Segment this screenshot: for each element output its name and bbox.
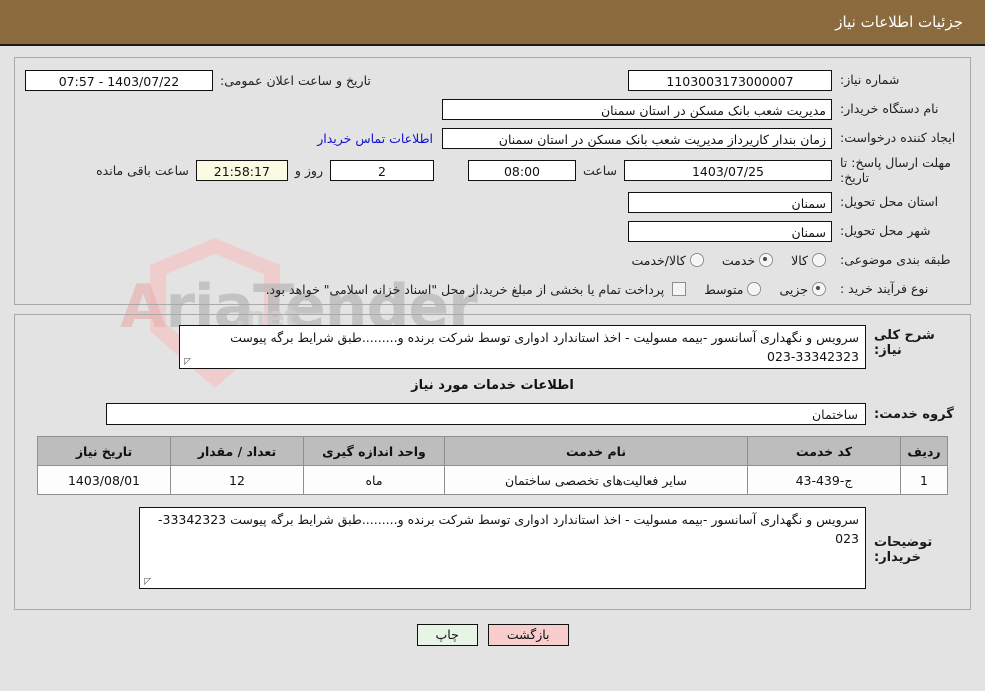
col-header-date: تاریخ نیاز <box>37 436 171 466</box>
category-goods-service-label: کالا/خدمت <box>631 252 686 268</box>
radio-medium-icon[interactable] <box>747 282 762 296</box>
category-service-label: خدمت <box>721 252 756 268</box>
buyer-contact-link[interactable]: اطلاعات تماس خریدار <box>308 131 442 146</box>
footer-actions: بازگشت چاپ <box>0 624 985 646</box>
row-buyer-org: نام دستگاه خریدار: مدیریت شعب بانک مسکن … <box>25 97 960 121</box>
cell-name: سایر فعالیت‌های تخصصی ساختمان <box>444 465 748 495</box>
request-creator-value: زمان بندار کاریرداز مدیریت شعب بانک مسکن… <box>442 127 832 149</box>
delivery-province-value: سمنان <box>628 191 832 213</box>
cell-qty: 12 <box>170 465 304 495</box>
category-option-goods[interactable]: کالا <box>779 253 832 268</box>
row-category: طبقه بندی موضوعی: کالا خدمت کالا/خدمت <box>25 248 960 272</box>
buyer-notes-value: سرویس و نگهداری آسانسور -بیمه مسولیت - ا… <box>157 512 859 546</box>
purchase-type-label: نوع فرآیند خرید : <box>840 281 929 297</box>
deadline-time-value: 08:00 <box>467 159 576 181</box>
buyer-org-label: نام دستگاه خریدار: <box>840 101 939 117</box>
service-group-label: گروه خدمت: <box>874 406 954 422</box>
deadline-days-value: 2 <box>329 159 434 181</box>
col-header-code: کد خدمت <box>747 436 901 466</box>
treasury-bonds-checkbox[interactable] <box>672 282 687 296</box>
radio-service-icon[interactable] <box>759 253 774 267</box>
radio-goods-service-icon[interactable] <box>689 253 704 267</box>
row-general-description: شرح کلی نیاز: سرویس و نگهداری آسانسور -ب… <box>27 325 958 369</box>
row-deadline: مهلت ارسال پاسخ: تا تاریخ: 1403/07/25 سا… <box>25 155 960 185</box>
row-service-group: گروه خدمت: ساختمان <box>27 403 958 425</box>
row-delivery-province: استان محل تحویل: سمنان <box>25 190 960 214</box>
buyer-notes-label: توضیحات خریدار: <box>874 535 933 565</box>
cell-unit: ماه <box>303 465 445 495</box>
table-row: 1 ج-439-43 سایر فعالیت‌های تخصصی ساختمان… <box>37 465 948 495</box>
deadline-time-label: ساعت <box>582 162 617 178</box>
row-need-number: شماره نیاز: 1103003173000007 تاریخ و ساع… <box>25 68 960 92</box>
row-delivery-city: شهر محل تحویل: سمنان <box>25 219 960 243</box>
need-number-value: 1103003173000007 <box>628 69 832 91</box>
buyer-org-value: مدیریت شعب بانک مسکن در استان سمنان <box>442 98 832 120</box>
purchase-type-minor-label: جزیی <box>779 281 808 297</box>
page-header: جزئیات اطلاعات نیاز <box>0 0 985 46</box>
print-button[interactable]: چاپ <box>416 624 478 646</box>
general-description-textarea[interactable]: سرویس و نگهداری آسانسور -بیمه مسولیت - ا… <box>179 325 866 369</box>
services-table: ردیف کد خدمت نام خدمت واحد اندازه گیری ت… <box>37 436 948 495</box>
purchase-type-option-minor[interactable]: جزیی <box>767 282 832 297</box>
cell-radif: 1 <box>900 465 948 495</box>
need-details-panel: شرح کلی نیاز: سرویس و نگهداری آسانسور -ب… <box>14 314 971 610</box>
deadline-countdown-label: ساعت باقی مانده <box>96 162 189 178</box>
row-buyer-notes: توضیحات خریدار: سرویس و نگهداری آسانسور … <box>27 507 958 589</box>
request-creator-label: ایجاد کننده درخواست: <box>840 130 956 146</box>
public-announce-value: 1403/07/22 - 07:57 <box>25 69 213 91</box>
row-purchase-type: نوع فرآیند خرید : جزیی متوسط پرداخت تمام… <box>25 277 960 301</box>
purchase-type-medium-label: متوسط <box>704 281 744 297</box>
resize-grip-icon-2[interactable]: ◸ <box>142 578 151 587</box>
category-option-goods-service[interactable]: کالا/خدمت <box>619 253 709 268</box>
deadline-label: مهلت ارسال پاسخ: تا تاریخ: <box>840 155 951 185</box>
need-info-panel: شماره نیاز: 1103003173000007 تاریخ و ساع… <box>14 57 971 305</box>
general-description-value: سرویس و نگهداری آسانسور -بیمه مسولیت - ا… <box>230 330 859 364</box>
cell-code: ج-439-43 <box>747 465 901 495</box>
page-title: جزئیات اطلاعات نیاز <box>835 13 963 31</box>
col-header-qty: تعداد / مقدار <box>170 436 304 466</box>
delivery-city-label: شهر محل تحویل: <box>840 223 931 239</box>
delivery-city-value: سمنان <box>628 220 832 242</box>
public-announce-label: تاریخ و ساعت اعلان عمومی: <box>220 72 371 88</box>
purchase-type-option-medium[interactable]: متوسط <box>692 282 767 297</box>
category-goods-label: کالا <box>791 252 808 268</box>
general-description-label: شرح کلی نیاز: <box>874 328 935 358</box>
col-header-radif: ردیف <box>900 436 948 466</box>
radio-minor-icon[interactable] <box>812 282 826 296</box>
buyer-notes-textarea[interactable]: سرویس و نگهداری آسانسور -بیمه مسولیت - ا… <box>139 507 866 589</box>
table-header-row: ردیف کد خدمت نام خدمت واحد اندازه گیری ت… <box>37 436 948 466</box>
category-label: طبقه بندی موضوعی: <box>840 252 951 268</box>
col-header-unit: واحد اندازه گیری <box>303 436 445 466</box>
treasury-bonds-note: پرداخت تمام یا بخشی از مبلغ خرید،از محل … <box>265 281 665 297</box>
need-number-label: شماره نیاز: <box>840 72 900 88</box>
col-header-name: نام خدمت <box>444 436 748 466</box>
radio-goods-icon[interactable] <box>812 253 826 267</box>
service-group-value: ساختمان <box>106 403 866 425</box>
deadline-date-value: 1403/07/25 <box>624 159 832 181</box>
category-option-service[interactable]: خدمت <box>710 253 779 268</box>
back-button[interactable]: بازگشت <box>487 624 569 646</box>
deadline-countdown-value: 21:58:17 <box>195 159 288 181</box>
cell-date: 1403/08/01 <box>37 465 171 495</box>
services-section-title: اطلاعات خدمات مورد نیاز <box>411 378 574 393</box>
row-request-creator: ایجاد کننده درخواست: زمان بندار کاریرداز… <box>25 126 960 150</box>
resize-grip-icon[interactable]: ◸ <box>182 358 191 367</box>
deadline-days-label: روز و <box>294 162 323 178</box>
delivery-province-label: استان محل تحویل: <box>840 194 939 210</box>
